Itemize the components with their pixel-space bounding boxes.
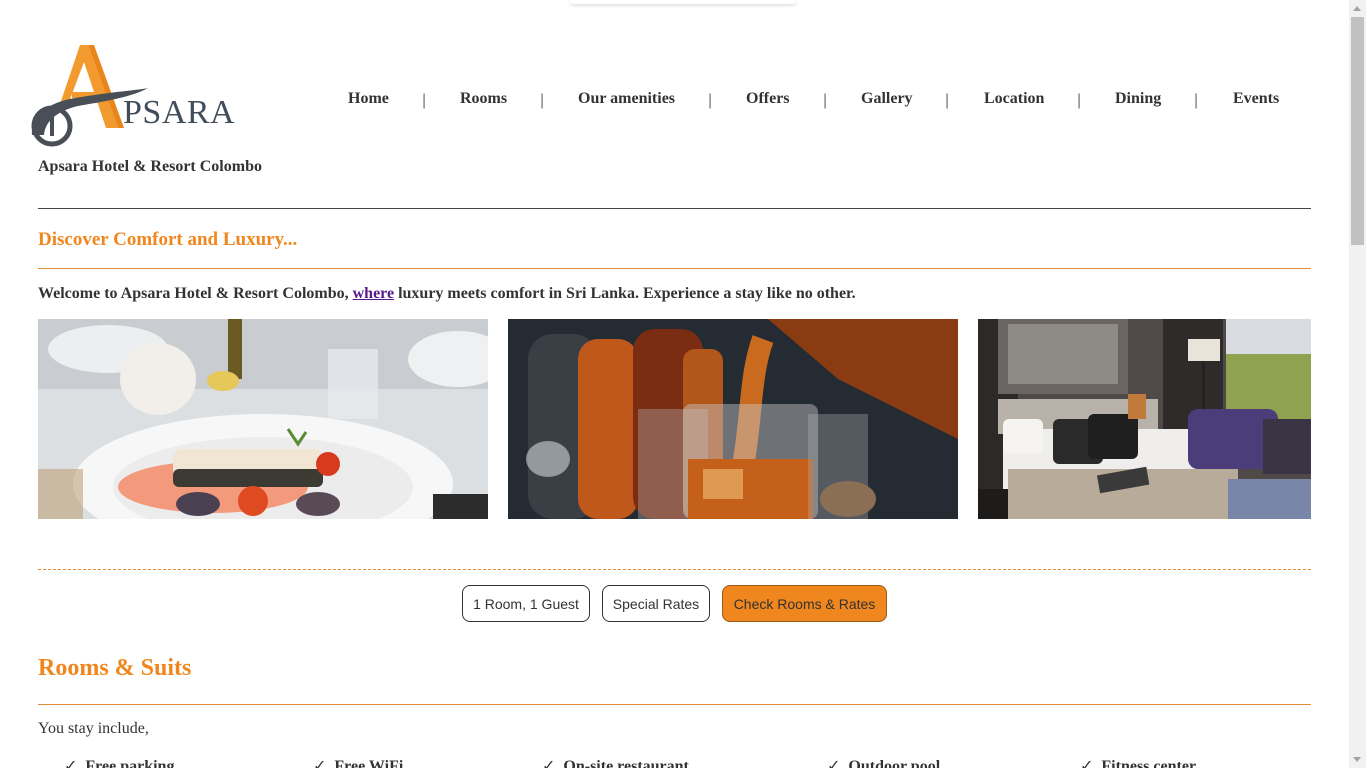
amenity-label: Free parking xyxy=(85,758,175,768)
rooms-guests-button[interactable]: 1 Room, 1 Guest xyxy=(462,585,590,622)
rooms-intro: You stay include, xyxy=(38,720,149,737)
welcome-text-end: luxury meets comfort in Sri Lanka. Exper… xyxy=(394,285,856,302)
nav-our-amenities[interactable]: Our amenities xyxy=(578,90,675,108)
nav-separator: | xyxy=(708,92,713,109)
nav-rooms[interactable]: Rooms xyxy=(460,90,507,108)
nav-separator: | xyxy=(823,92,828,109)
amenity-label: Outdoor pool xyxy=(848,758,941,768)
amenity-item: ✓ Fitness center xyxy=(1080,756,1196,768)
hotel-bedroom-photo xyxy=(978,319,1311,519)
page-scrollbar[interactable] xyxy=(1349,0,1366,768)
welcome-text-start: Welcome to Apsara Hotel & Resort Colombo… xyxy=(38,285,353,302)
nav-dining[interactable]: Dining xyxy=(1115,90,1161,108)
amenity-item: ✓ Free WiFi xyxy=(313,756,403,768)
amenity-item: ✓ Free parking xyxy=(64,756,174,768)
fish-dish-photo xyxy=(38,319,488,519)
amenity-label: Free WiFi xyxy=(334,758,404,768)
check-icon: ✓ xyxy=(313,756,327,768)
amenity-item: ✓ On-site restaurant xyxy=(542,756,689,768)
nav-separator: | xyxy=(945,92,950,109)
tagline-divider xyxy=(38,268,1311,269)
main-nav: Home | Rooms | Our amenities | Offers | … xyxy=(0,90,1349,112)
special-rates-button[interactable]: Special Rates xyxy=(602,585,710,622)
scrollbar-thumb[interactable] xyxy=(1351,17,1364,245)
nav-location[interactable]: Location xyxy=(984,90,1044,108)
check-icon: ✓ xyxy=(64,756,78,768)
scroll-up-icon[interactable] xyxy=(1349,0,1366,17)
welcome-text: Welcome to Apsara Hotel & Resort Colombo… xyxy=(38,285,856,303)
top-dropdown-shadow xyxy=(570,0,796,4)
check-icon: ✓ xyxy=(827,756,841,768)
header-divider xyxy=(38,208,1311,209)
hotel-name: Apsara Hotel & Resort Colombo xyxy=(38,158,262,175)
nav-separator: | xyxy=(1077,92,1082,109)
nav-separator: | xyxy=(422,92,427,109)
rooms-section-title: Rooms & Suits xyxy=(38,655,192,681)
nav-gallery[interactable]: Gallery xyxy=(861,90,913,108)
tagline: Discover Comfort and Luxury... xyxy=(38,229,298,250)
check-icon: ✓ xyxy=(1080,756,1094,768)
amenity-label: On-site restaurant xyxy=(563,758,689,768)
where-link[interactable]: where xyxy=(353,285,394,302)
nav-offers[interactable]: Offers xyxy=(746,90,790,108)
amenity-label: Fitness center xyxy=(1101,758,1197,768)
nav-separator: | xyxy=(1194,92,1199,109)
whiskey-pour-photo xyxy=(508,319,958,519)
nav-separator: | xyxy=(540,92,545,109)
check-rooms-rates-button[interactable]: Check Rooms & Rates xyxy=(722,585,887,622)
nav-home[interactable]: Home xyxy=(348,90,389,108)
amenity-item: ✓ Outdoor pool xyxy=(827,756,940,768)
rooms-divider xyxy=(38,704,1311,705)
page: PSARA Apsara Hotel & Resort Colombo Home… xyxy=(0,0,1349,768)
nav-events[interactable]: Events xyxy=(1233,90,1279,108)
scroll-down-icon[interactable] xyxy=(1349,751,1366,768)
booking-divider xyxy=(38,569,1311,570)
check-icon: ✓ xyxy=(542,756,556,768)
